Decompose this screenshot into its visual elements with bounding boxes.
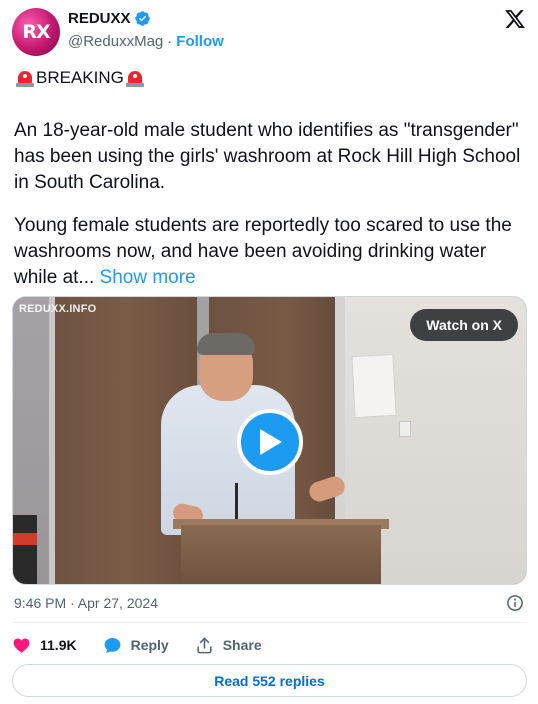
video-scene-paper [351,353,397,419]
show-more-link[interactable]: Show more [100,267,196,288]
author-display-name[interactable]: REDUXX [68,10,131,27]
play-icon [260,429,282,455]
follow-button[interactable]: Follow [176,33,224,50]
video-scene-podium [181,525,381,584]
tweet-card: RX REDUXX @ReduxxMag · Follow BREAKING A… [0,0,538,704]
author-handle-row: @ReduxxMag · Follow [68,33,224,50]
avatar-initials: RX [22,21,50,43]
tweet-paragraph-1: An 18-year-old male student who identifi… [14,120,521,193]
author-avatar[interactable]: RX [12,8,60,56]
video-scene-thermostat [399,421,411,437]
tweet-paragraph-2-text: Young female students are reportedly too… [14,215,512,288]
tweet-timestamp[interactable]: 9:46 PM · Apr 27, 2024 [14,595,158,611]
like-button[interactable]: 11.9K [12,636,77,655]
share-icon [197,637,212,653]
author-handle[interactable]: @ReduxxMag [68,33,163,50]
siren-icon [124,68,146,88]
reply-button[interactable]: Reply [103,636,169,655]
heart-icon [13,638,30,653]
action-bar: 11.9K Reply Share [12,634,288,656]
author-name-row: REDUXX [68,10,151,27]
share-label: Share [222,637,262,653]
breaking-label: BREAKING [36,68,124,87]
info-icon[interactable] [506,594,524,612]
video-scene-bag [13,515,37,584]
read-replies-button[interactable]: Read 552 replies [12,664,527,697]
siren-icon [14,68,36,88]
video-watermark: REDUXX.INFO [19,303,97,315]
divider [12,622,526,623]
like-count: 11.9K [40,637,77,653]
x-logo-icon[interactable] [504,8,526,30]
tweet-paragraph-2: Young female students are reportedly too… [14,213,524,291]
breaking-line: BREAKING [14,68,146,88]
share-button[interactable]: Share [195,636,262,655]
verified-badge-icon [134,11,150,26]
video-player[interactable]: REDUXX.INFO Watch on X [12,296,527,585]
play-button[interactable] [237,409,303,475]
reply-bubble-icon [104,637,121,653]
reply-label: Reply [130,637,169,653]
watch-on-x-button[interactable]: Watch on X [410,309,518,341]
separator-dot: · [167,33,173,50]
